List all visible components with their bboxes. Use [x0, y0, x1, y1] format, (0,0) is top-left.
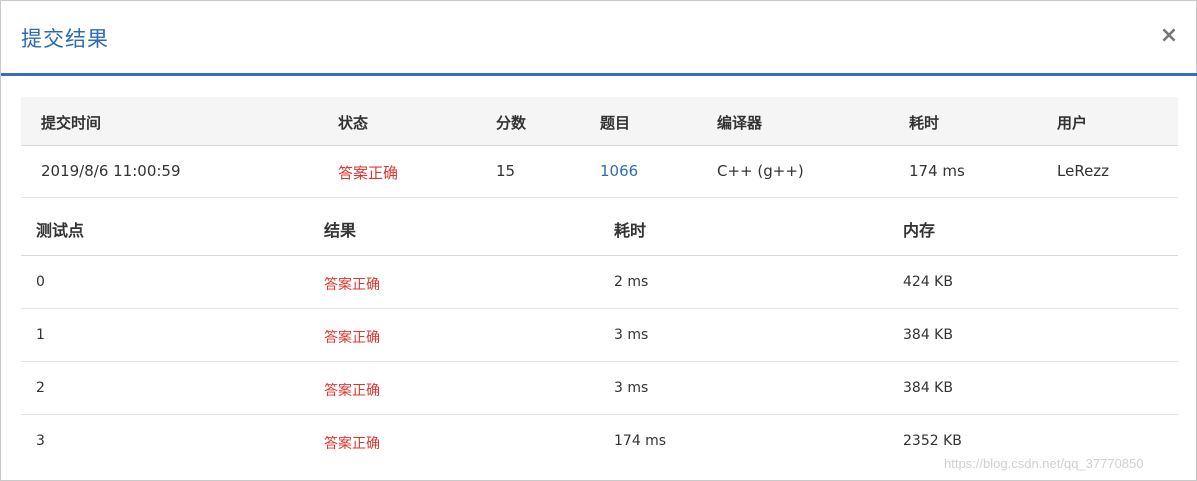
- watermark-text: https://blog.csdn.net/qq_37770850: [944, 456, 1144, 471]
- submission-summary-table: 提交时间 状态 分数 题目 编译器 耗时 用户 2019/8/6 11:00:5…: [21, 97, 1178, 198]
- case-id: 0: [36, 274, 45, 290]
- status-text: 答案正确: [338, 164, 399, 182]
- header-score: 分数: [496, 114, 527, 132]
- user-value: LeRezz: [1057, 162, 1110, 180]
- header-time: 耗时: [614, 221, 647, 240]
- header-test-case: 测试点: [36, 221, 85, 240]
- summary-header-row: 提交时间 状态 分数 题目 编译器 耗时 用户: [21, 97, 1178, 146]
- table-row: 2 答案正确 3 ms 384 KB: [21, 362, 1178, 415]
- header-elapsed: 耗时: [909, 114, 940, 132]
- case-result: 答案正确: [324, 436, 380, 452]
- header-result: 结果: [324, 221, 357, 240]
- case-result: 答案正确: [324, 383, 380, 399]
- case-memory: 424 KB: [903, 274, 953, 290]
- dialog-title: 提交结果: [21, 27, 109, 51]
- header-memory: 内存: [903, 221, 936, 240]
- problem-link[interactable]: 1066: [600, 162, 638, 180]
- case-id: 1: [36, 327, 45, 343]
- case-id: 3: [36, 433, 45, 449]
- case-time: 2 ms: [614, 274, 649, 290]
- case-memory: 384 KB: [903, 380, 953, 396]
- case-time: 3 ms: [614, 327, 649, 343]
- summary-row: 2019/8/6 11:00:59 答案正确 15 1066 C++ (g++)…: [21, 146, 1178, 198]
- case-id: 2: [36, 380, 45, 396]
- cases-header-row: 测试点 结果 耗时 内存: [21, 199, 1178, 256]
- dialog-header: 提交结果 ×: [1, 1, 1197, 76]
- score-value: 15: [496, 162, 516, 180]
- header-problem: 题目: [600, 114, 631, 132]
- header-submit-time: 提交时间: [41, 114, 102, 132]
- case-memory: 2352 KB: [903, 433, 962, 449]
- close-button[interactable]: ×: [1157, 21, 1181, 51]
- test-cases-table: 测试点 结果 耗时 内存 0 答案正确 2 ms 424 KB 1 答案正确 3…: [21, 199, 1178, 468]
- header-user: 用户: [1057, 114, 1088, 132]
- case-result: 答案正确: [324, 277, 380, 293]
- elapsed-value: 174 ms: [909, 162, 965, 180]
- submit-time: 2019/8/6 11:00:59: [41, 162, 181, 180]
- case-time: 174 ms: [614, 433, 667, 449]
- case-result: 答案正确: [324, 330, 380, 346]
- compiler-value: C++ (g++): [717, 162, 804, 180]
- header-status: 状态: [338, 114, 369, 132]
- table-row: 0 答案正确 2 ms 424 KB: [21, 256, 1178, 309]
- header-compiler: 编译器: [717, 114, 763, 132]
- case-memory: 384 KB: [903, 327, 953, 343]
- table-row: 1 答案正确 3 ms 384 KB: [21, 309, 1178, 362]
- case-time: 3 ms: [614, 380, 649, 396]
- submission-result-dialog: 提交结果 × 提交时间 状态 分数 题目 编译器 耗时 用户 2019/8/6 …: [0, 0, 1197, 481]
